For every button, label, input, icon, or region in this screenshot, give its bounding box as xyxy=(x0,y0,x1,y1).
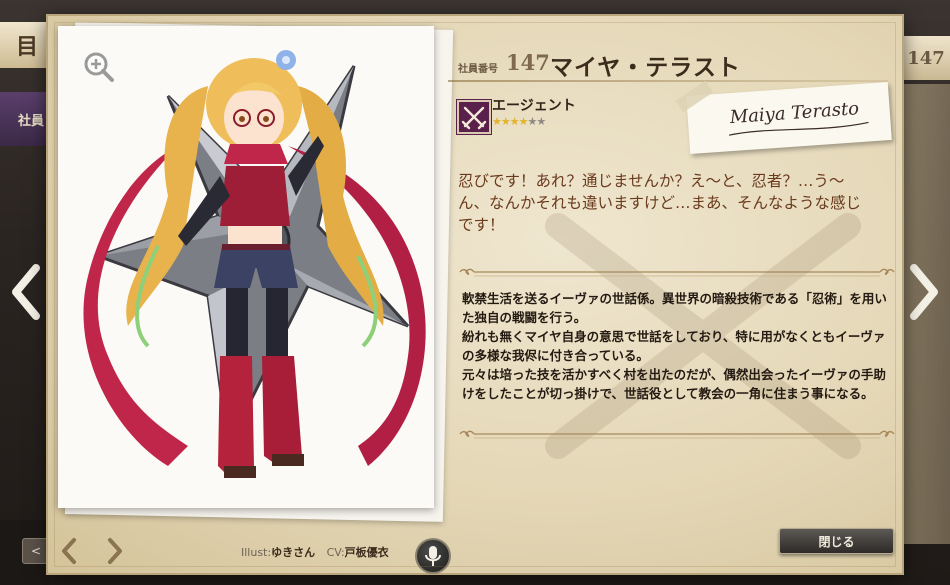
prev-character-arrow-icon[interactable] xyxy=(6,262,46,322)
credits: Illust:ゆきさん CV:戸板優衣 xyxy=(241,544,389,560)
character-name: マイヤ・テラスト xyxy=(550,55,741,81)
employee-number: 147 xyxy=(506,50,550,75)
microphone-icon[interactable] xyxy=(415,538,451,574)
star-filled-icon: ★ xyxy=(500,115,511,128)
description-paragraph: 紛れも無くマイヤ自身の意思で世話をしており、特に用がなくともイーヴァの多様な我侭… xyxy=(462,329,886,363)
ornament-divider xyxy=(459,268,895,277)
close-button[interactable]: 閉じる xyxy=(779,528,894,554)
star-filled-icon: ★ xyxy=(518,115,529,128)
star-filled-icon: ★ xyxy=(492,115,502,128)
header-divider xyxy=(448,80,888,82)
illust-label: Illust: xyxy=(241,546,272,559)
tape xyxy=(675,80,714,113)
description-paragraph: 元々は培った技を活かすべく村を出たのだが、偶然出会ったイーヴァの手助けをしたこと… xyxy=(462,367,886,401)
zoom-in-icon[interactable] xyxy=(82,50,116,84)
star-filled-icon: ★ xyxy=(509,115,520,128)
illustrator-name: ゆきさん xyxy=(271,546,316,559)
cv-label: CV: xyxy=(326,546,345,559)
character-portrait[interactable] xyxy=(58,26,434,508)
background-next-card-number: 147 xyxy=(902,36,950,80)
ornament-divider xyxy=(459,430,895,439)
description-paragraph: 軟禁生活を送るイーヴァの世話係。異世界の暗殺技術である「忍術」を用いた独自の戦闘… xyxy=(462,291,887,325)
prev-page-chevron-icon[interactable] xyxy=(58,536,80,566)
voice-actor-name: 戸板優衣 xyxy=(344,546,389,559)
character-class: エージェント xyxy=(492,98,576,114)
signature-note: Maiya Terasto xyxy=(675,80,892,154)
character-profile-modal: 社員番号 147 マイヤ・テラスト エージェント ★★★★★★ Maiya Te… xyxy=(48,16,902,574)
character-description: 軟禁生活を送るイーヴァの世話係。異世界の暗殺技術である「忍術」を用いた独自の戦闘… xyxy=(462,289,897,403)
background-prev-button[interactable]: < xyxy=(22,538,50,564)
next-page-chevron-icon[interactable] xyxy=(104,536,126,566)
character-illustration xyxy=(83,50,426,478)
next-character-arrow-icon[interactable] xyxy=(904,262,944,322)
employee-number-label: 社員番号 xyxy=(458,64,498,75)
crossed-swords-icon xyxy=(457,100,491,134)
star-empty-icon: ★ xyxy=(536,115,546,128)
character-quote: 忍びです！あれ？通じませんか？え〜と、忍者？…う〜ん、なんかそれも違いますけど…… xyxy=(458,172,862,234)
rarity-stars: ★★★★★★ xyxy=(492,115,546,128)
